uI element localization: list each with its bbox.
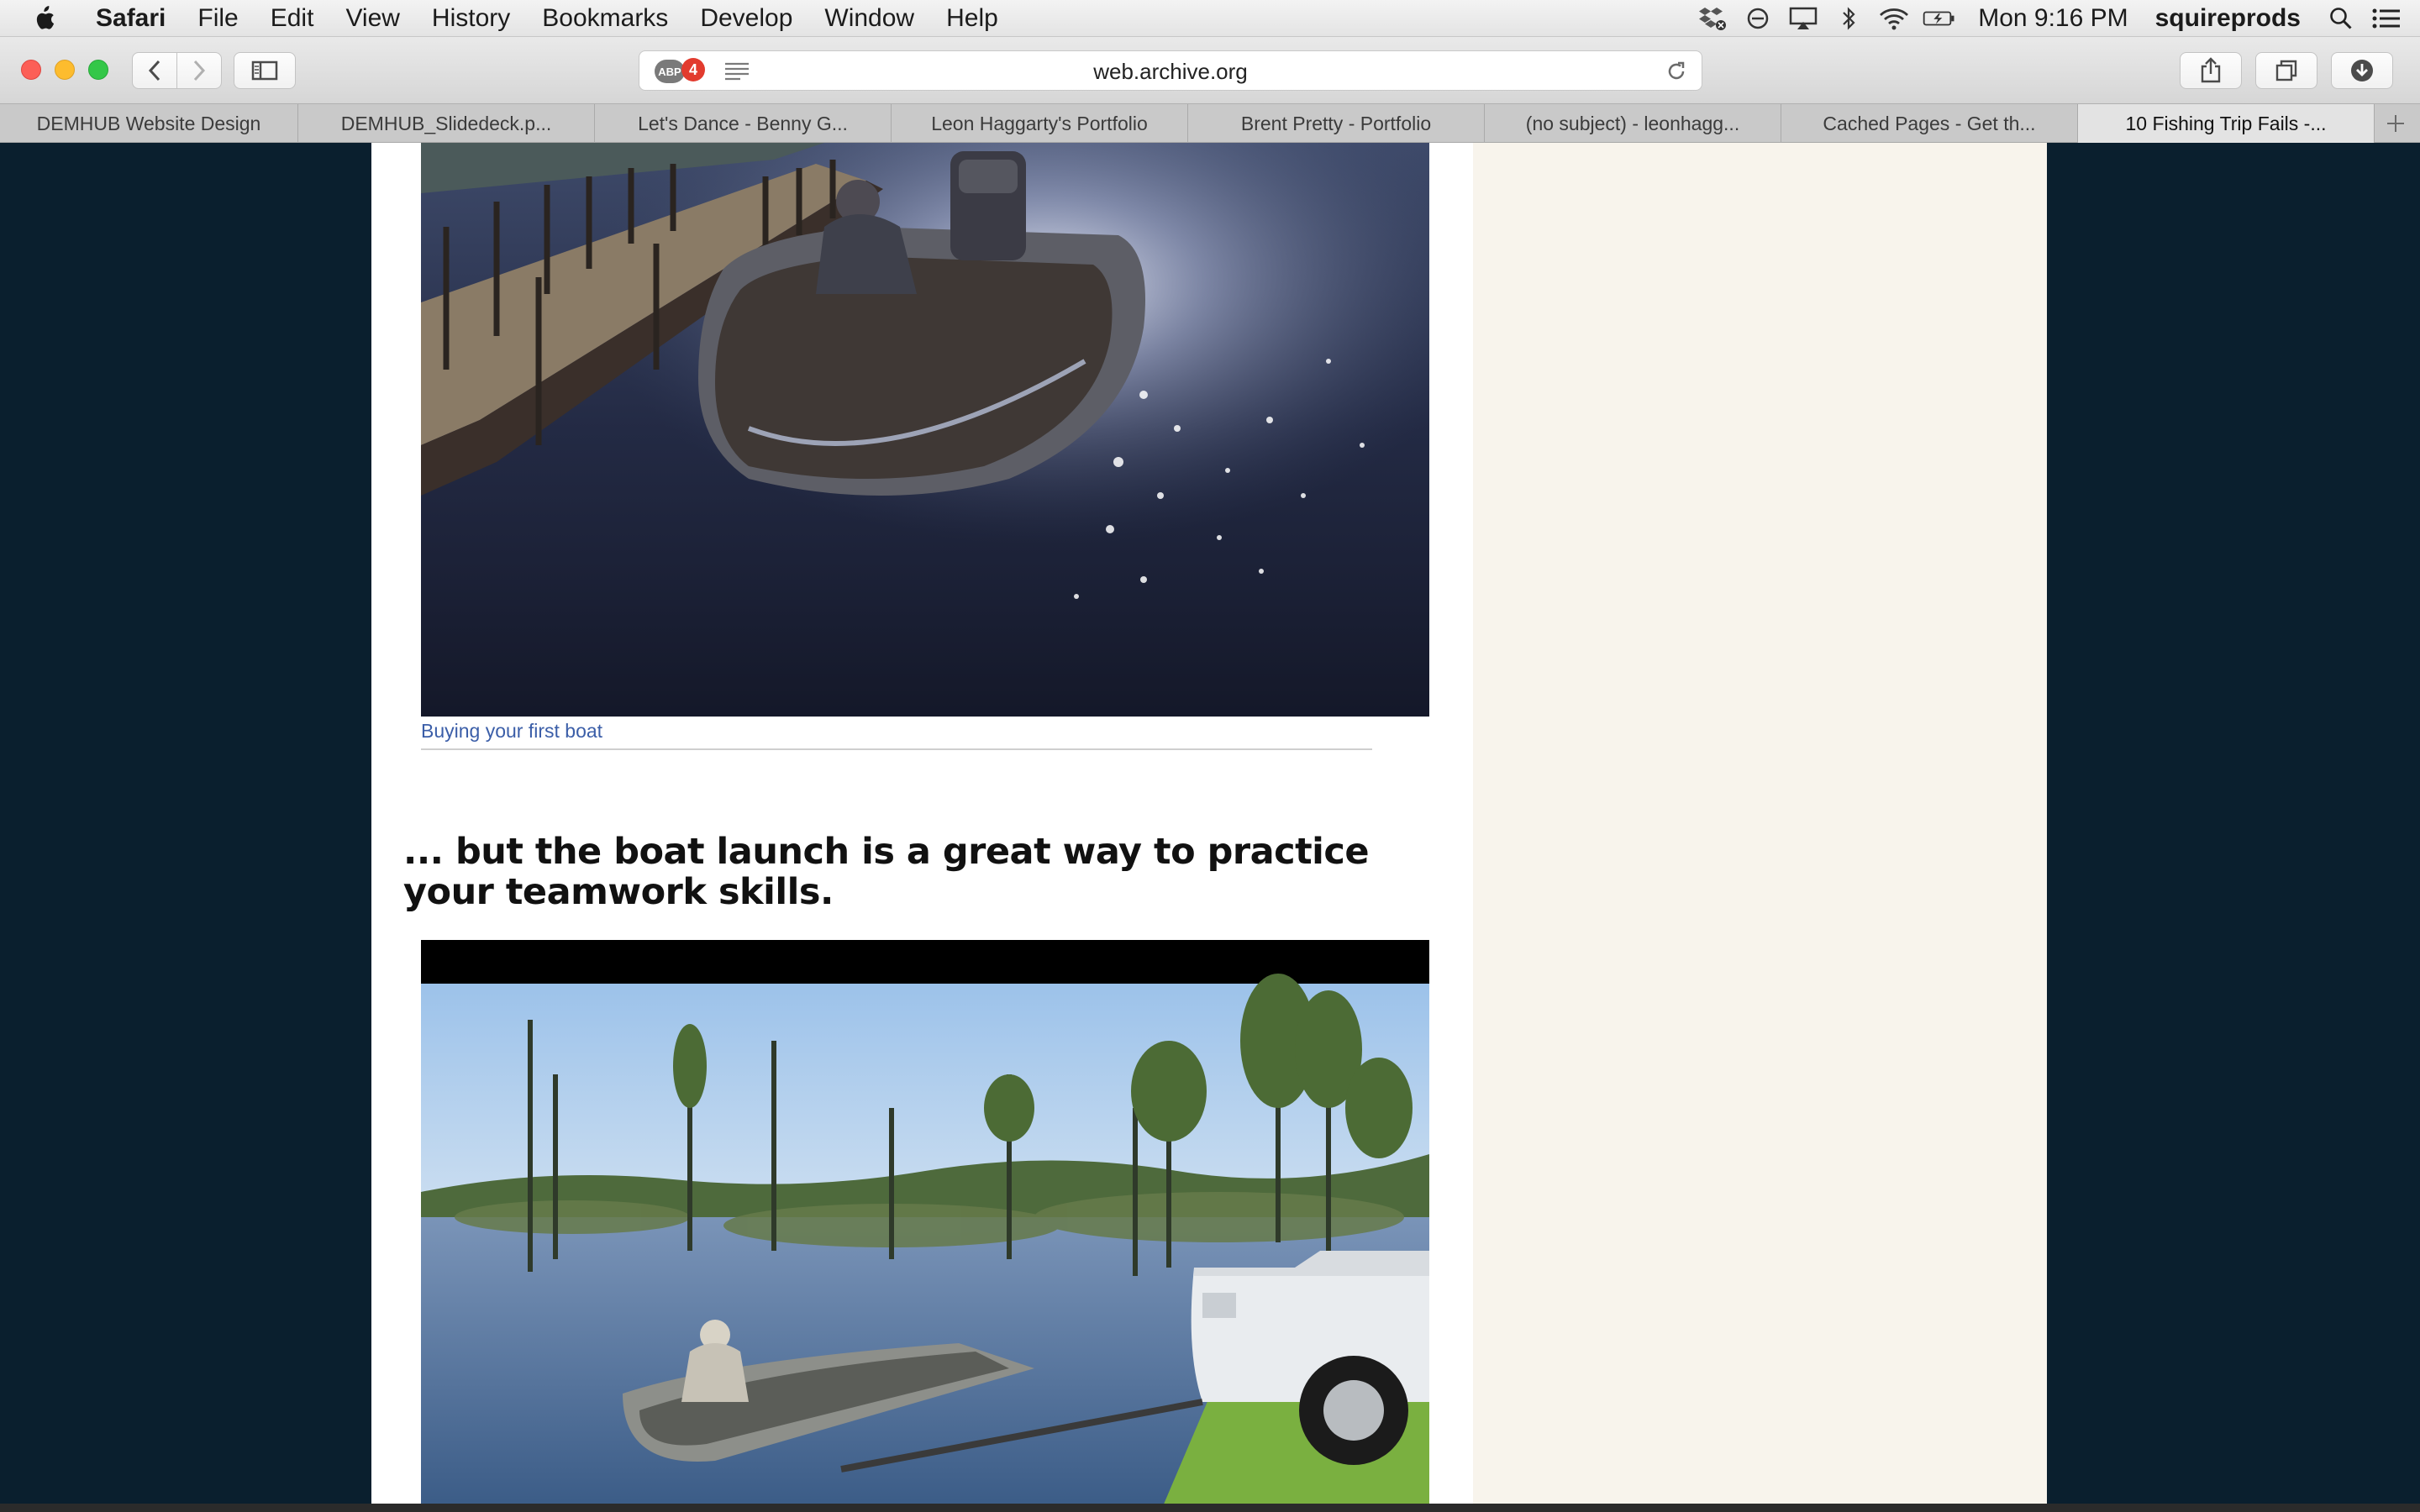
forward-button[interactable] <box>176 52 222 89</box>
wifi-icon[interactable] <box>1877 0 1911 37</box>
menubar-clock[interactable]: Mon 9:16 PM <box>1978 4 2128 33</box>
address-bar[interactable]: web.archive.org ABP 4 <box>639 50 1702 91</box>
browser-toolbar: web.archive.org ABP 4 <box>0 37 2420 103</box>
boat-launch-image[interactable] <box>421 940 1429 1512</box>
spotlight-search-icon[interactable] <box>2324 0 2358 37</box>
menu-view[interactable]: View <box>345 4 399 33</box>
tab-demhub-website[interactable]: DEMHUB Website Design <box>0 104 298 143</box>
notification-center-icon[interactable] <box>2370 0 2403 37</box>
share-icon <box>2201 57 2221 83</box>
menu-bar: Safari File Edit View History Bookmarks … <box>0 0 2420 37</box>
tab-brent-portfolio[interactable]: Brent Pretty - Portfolio <box>1188 104 1485 143</box>
new-tab-button[interactable] <box>2375 104 2417 143</box>
downloads-button[interactable] <box>2331 52 2393 89</box>
chevron-right-icon <box>193 60 206 81</box>
sidebar-icon <box>251 60 278 81</box>
tab-bar: DEMHUB Website Design DEMHUB_Slidedeck.p… <box>0 103 2420 143</box>
tab-fishing-trip-fails[interactable]: 10 Fishing Trip Fails -... <box>2078 104 2375 143</box>
chevron-left-icon <box>148 60 160 81</box>
tab-leon-portfolio[interactable]: Leon Haggarty's Portfolio <box>892 104 1188 143</box>
menu-history[interactable]: History <box>432 4 510 33</box>
back-button[interactable] <box>132 52 177 89</box>
window-fullscreen-button[interactable] <box>88 60 108 80</box>
menu-help[interactable]: Help <box>946 4 998 33</box>
airplay-icon[interactable] <box>1786 0 1820 37</box>
tab-cached-pages[interactable]: Cached Pages - Get th... <box>1781 104 2078 143</box>
menubar-user[interactable]: squireprods <box>2155 4 2301 33</box>
sidebar-toggle-button[interactable] <box>234 52 296 89</box>
url-text[interactable]: web.archive.org <box>639 51 1702 92</box>
adblock-count-badge: 4 <box>681 58 705 81</box>
dock-edge <box>0 1504 2420 1512</box>
apple-menu-icon[interactable] <box>32 5 66 32</box>
download-icon <box>2351 60 2373 81</box>
do-not-disturb-icon[interactable] <box>1741 0 1775 37</box>
menu-edit[interactable]: Edit <box>271 4 314 33</box>
menu-file[interactable]: File <box>197 4 238 33</box>
dropbox-icon[interactable] <box>1696 0 1729 37</box>
tabs-overview-icon <box>2275 60 2297 81</box>
plus-icon <box>2387 115 2404 132</box>
window-minimize-button[interactable] <box>55 60 75 80</box>
tab-no-subject-email[interactable]: (no subject) - leonhagg... <box>1485 104 1781 143</box>
share-button[interactable] <box>2180 52 2242 89</box>
article-section-heading: ... but the boat launch is a great way t… <box>403 831 1370 913</box>
reload-icon[interactable] <box>1665 60 1688 83</box>
menu-window[interactable]: Window <box>824 4 914 33</box>
article-sidebar <box>1473 143 2047 1512</box>
menu-app-name[interactable]: Safari <box>96 4 166 33</box>
battery-icon[interactable] <box>1923 0 1956 37</box>
reader-view-icon[interactable] <box>723 61 750 81</box>
boat-at-dock-image[interactable] <box>421 143 1429 717</box>
web-viewport[interactable]: Buying your first boat ... but the boat … <box>0 143 2420 1512</box>
menu-bookmarks[interactable]: Bookmarks <box>542 4 668 33</box>
show-all-tabs-button[interactable] <box>2255 52 2317 89</box>
image-caption-link[interactable]: Buying your first boat <box>421 717 1372 750</box>
bluetooth-icon[interactable] <box>1832 0 1865 37</box>
window-close-button[interactable] <box>21 60 41 80</box>
tab-demhub-slidedeck[interactable]: DEMHUB_Slidedeck.p... <box>298 104 595 143</box>
adblock-plus-icon[interactable]: ABP <box>655 60 685 83</box>
tab-lets-dance[interactable]: Let's Dance - Benny G... <box>595 104 892 143</box>
menu-develop[interactable]: Develop <box>700 4 792 33</box>
